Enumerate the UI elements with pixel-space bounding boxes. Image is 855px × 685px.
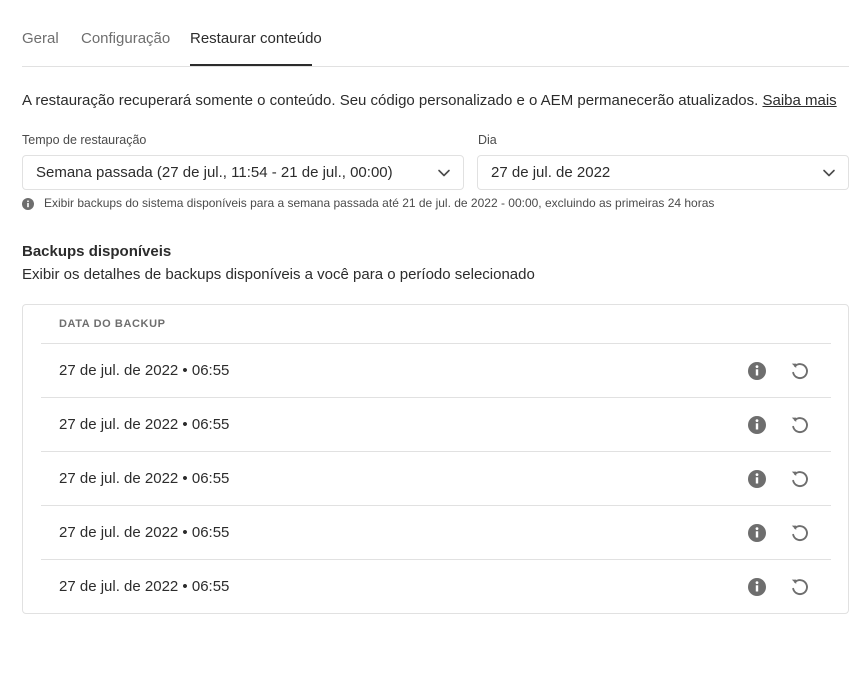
table-row: 27 de jul. de 2022 • 06:55	[41, 343, 831, 397]
day-value: 27 de jul. de 2022	[491, 164, 611, 181]
tab-geral[interactable]: Geral	[22, 30, 59, 47]
backups-table: DATA DO BACKUP 27 de jul. de 2022 • 06:5…	[22, 304, 849, 614]
table-row: 27 de jul. de 2022 • 06:55	[41, 397, 831, 451]
learn-more-link[interactable]: Saiba mais	[762, 92, 836, 109]
info-icon[interactable]	[747, 523, 767, 543]
info-icon[interactable]	[747, 415, 767, 435]
restore-icon[interactable]	[790, 523, 810, 543]
backup-date: 27 de jul. de 2022 • 06:55	[59, 524, 230, 541]
info-icon[interactable]	[747, 469, 767, 489]
info-icon[interactable]	[747, 577, 767, 597]
table-row: 27 de jul. de 2022 • 06:55	[41, 559, 831, 613]
day-label: Dia	[478, 133, 497, 147]
restore-icon[interactable]	[790, 469, 810, 489]
restore-icon[interactable]	[790, 577, 810, 597]
tab-bar: Geral Configuração Restaurar conteúdo	[22, 0, 849, 67]
backup-date: 27 de jul. de 2022 • 06:55	[59, 416, 230, 433]
restore-intro-text: A restauração recuperará somente o conte…	[22, 92, 763, 109]
tab-configuracao[interactable]: Configuração	[81, 30, 170, 47]
tab-restaurar-conteudo[interactable]: Restaurar conteúdo	[190, 30, 322, 47]
chevron-down-icon	[438, 169, 450, 177]
restore-intro: A restauração recuperará somente o conte…	[22, 92, 837, 109]
backup-date: 27 de jul. de 2022 • 06:55	[59, 362, 230, 379]
backup-date: 27 de jul. de 2022 • 06:55	[59, 470, 230, 487]
table-row: 27 de jul. de 2022 • 06:55	[41, 505, 831, 559]
active-tab-indicator	[190, 64, 312, 66]
restore-icon[interactable]	[790, 361, 810, 381]
backups-description: Exibir os detalhes de backups disponívei…	[22, 266, 535, 283]
backup-hint-text: Exibir backups do sistema disponíveis pa…	[44, 196, 715, 210]
info-icon[interactable]	[747, 361, 767, 381]
backups-title: Backups disponíveis	[22, 243, 172, 260]
day-select[interactable]: 27 de jul. de 2022	[477, 155, 849, 190]
chevron-down-icon	[823, 169, 835, 177]
restore-icon[interactable]	[790, 415, 810, 435]
info-icon	[22, 198, 34, 210]
backup-date: 27 de jul. de 2022 • 06:55	[59, 578, 230, 595]
table-row: 27 de jul. de 2022 • 06:55	[41, 451, 831, 505]
restore-time-value: Semana passada (27 de jul., 11:54 - 21 d…	[36, 164, 393, 181]
column-header-backup-date: DATA DO BACKUP	[59, 318, 166, 330]
restore-time-select[interactable]: Semana passada (27 de jul., 11:54 - 21 d…	[22, 155, 464, 190]
restore-time-label: Tempo de restauração	[22, 133, 147, 147]
